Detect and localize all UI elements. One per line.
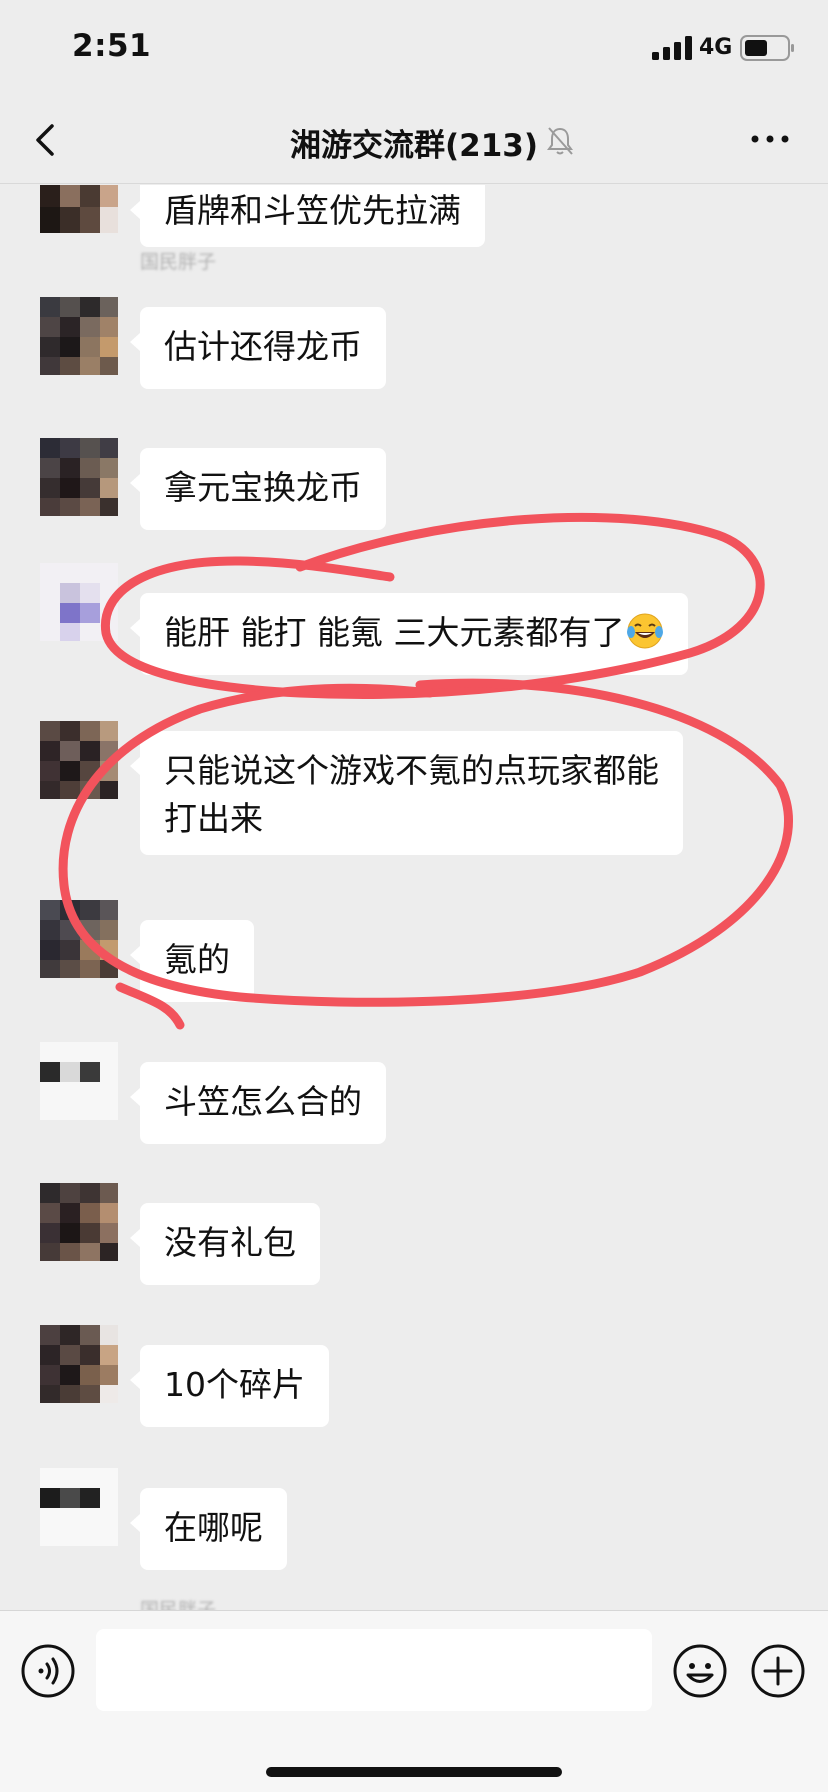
avatar[interactable]: [40, 721, 118, 799]
message-bubble[interactable]: 估计还得龙币: [130, 307, 386, 389]
emoji-icon[interactable]: [672, 1643, 728, 1699]
mute-bell-icon: [547, 127, 573, 155]
network-type: 4G: [699, 35, 733, 60]
home-indicator[interactable]: [266, 1767, 562, 1777]
message-text: 10个碎片: [164, 1365, 305, 1404]
avatar[interactable]: [40, 563, 118, 641]
message-list[interactable]: 盾牌和斗笠优先拉满 国民胖子 估计还得龙币 拿元宝换龙币 能肝 能打 能氪 三大…: [0, 185, 828, 1610]
input-bar: [0, 1610, 828, 1792]
avatar[interactable]: [40, 185, 118, 233]
more-options-icon[interactable]: [748, 124, 792, 154]
message-text: 盾牌和斗笠优先拉满: [164, 191, 461, 230]
status-bar: 2:51 4G: [0, 0, 828, 100]
signal-icon: [652, 36, 692, 60]
message-input[interactable]: [96, 1629, 652, 1711]
message-text: 估计还得龙币: [164, 327, 362, 366]
message-text: 能肝 能打 能氪 三大元素都有了: [164, 613, 625, 652]
chat-header: 湘游交流群(213): [0, 100, 828, 184]
avatar[interactable]: [40, 1183, 118, 1261]
avatar[interactable]: [40, 900, 118, 978]
message-bubble[interactable]: 没有礼包: [130, 1203, 320, 1285]
avatar[interactable]: [40, 438, 118, 516]
message-bubble[interactable]: 在哪呢: [130, 1488, 287, 1570]
voice-input-icon[interactable]: [20, 1643, 76, 1699]
chat-title: 湘游交流群(213): [289, 128, 539, 164]
message-text-line-2: 打出来: [164, 799, 263, 838]
highlight-annotation: [58, 512, 793, 1030]
message-bubble[interactable]: 斗笠怎么合的: [130, 1062, 386, 1144]
message-text: 斗笠怎么合的: [164, 1082, 362, 1121]
tears-of-joy-emoji-icon: [627, 613, 664, 649]
message-bubble[interactable]: 10个碎片: [130, 1345, 329, 1427]
message-text: 拿元宝换龙币: [164, 468, 362, 507]
message-text: 没有礼包: [164, 1223, 296, 1262]
add-more-icon[interactable]: [750, 1643, 806, 1699]
avatar[interactable]: [40, 297, 118, 375]
avatar[interactable]: [40, 1042, 118, 1120]
message-text: 只能说这个游戏不氪的点玩家都能: [164, 751, 659, 790]
avatar[interactable]: [40, 1468, 118, 1546]
message-bubble[interactable]: 能肝 能打 能氪 三大元素都有了: [129, 593, 689, 675]
message-text: 氪的: [164, 940, 230, 979]
message-bubble[interactable]: 只能说这个游戏不氪的点玩家都能 打出来: [130, 731, 683, 855]
sender-name: 国民胖子: [140, 1599, 217, 1610]
message-text: 在哪呢: [164, 1508, 263, 1547]
status-time: 2:51: [72, 28, 152, 64]
message-bubble[interactable]: 盾牌和斗笠优先拉满: [130, 185, 485, 247]
avatar[interactable]: [40, 1325, 118, 1403]
message-bubble[interactable]: 氪的: [130, 920, 254, 1002]
battery-icon: [740, 35, 794, 61]
message-bubble[interactable]: 拿元宝换龙币: [130, 448, 386, 530]
sender-name: 国民胖子: [140, 251, 217, 273]
